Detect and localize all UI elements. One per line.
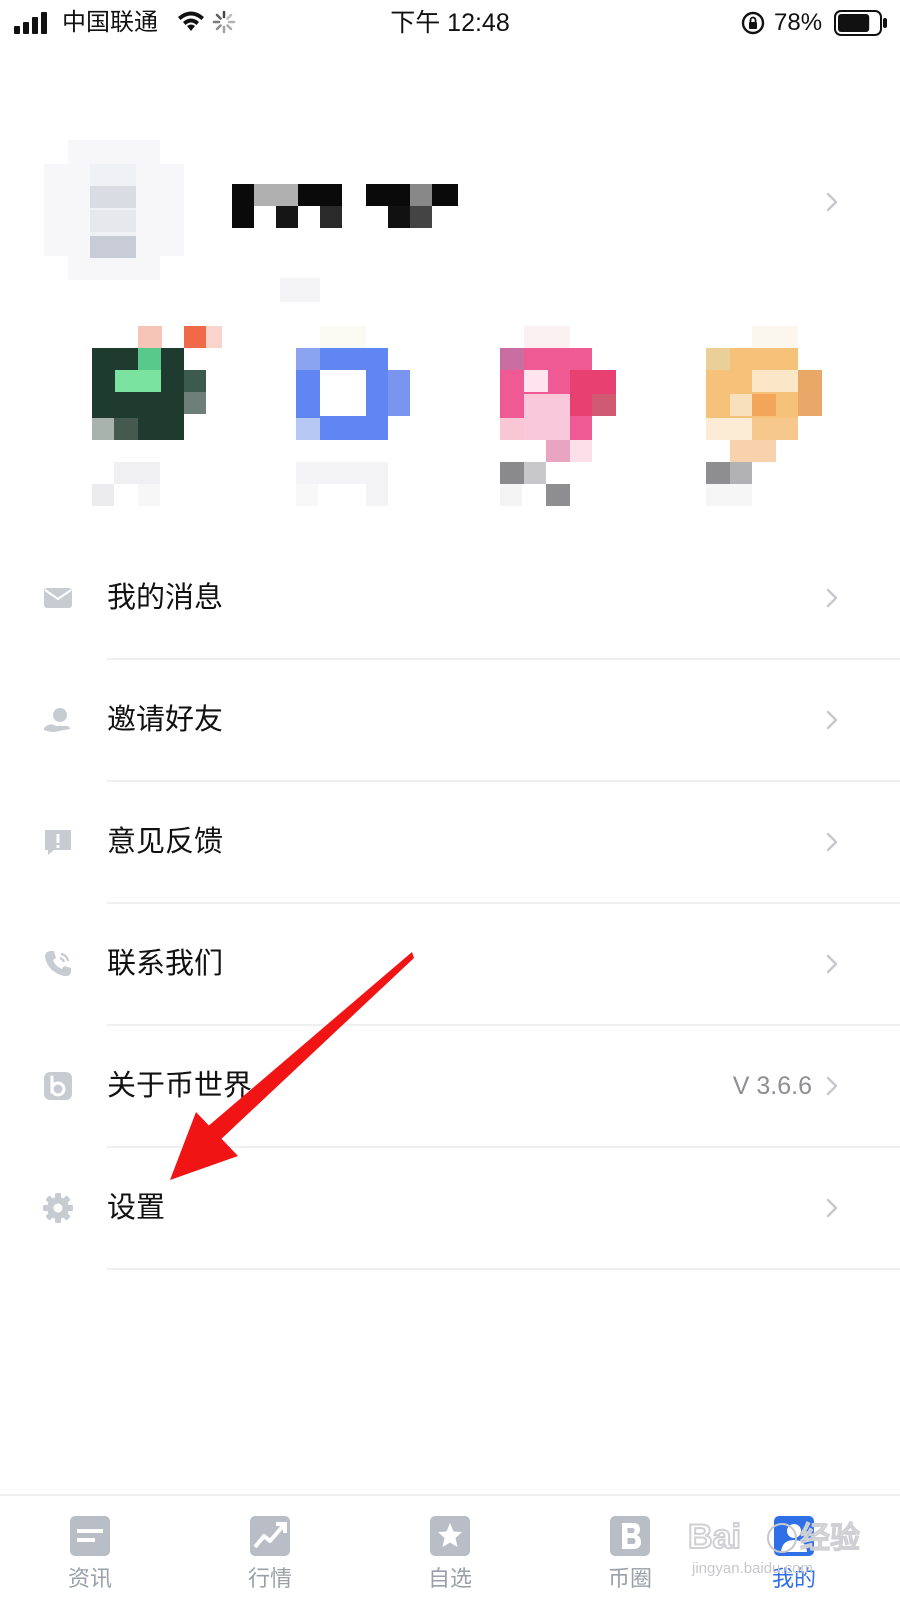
app-version: V 3.6.6 — [732, 1072, 812, 1100]
profile-header[interactable] — [0, 130, 900, 302]
avatar[interactable] — [44, 140, 184, 280]
gear-icon — [42, 1192, 74, 1224]
menu-item-label: 意见反馈 — [107, 826, 224, 858]
svg-text:Bai: Bai — [688, 1518, 741, 1556]
chevron-right-icon — [822, 586, 842, 610]
tab-label: 币圈 — [607, 1566, 652, 1591]
menu-item-label: 邀请好友 — [107, 704, 224, 736]
profile-subtitle-redacted — [280, 278, 320, 302]
shortcut-4[interactable] — [706, 326, 836, 516]
divider — [107, 1268, 900, 1270]
menu-item-invite-friends[interactable]: 邀请好友 — [0, 660, 900, 782]
menu-item-about[interactable]: 关于币世界 V 3.6.6 — [0, 1026, 900, 1148]
star-icon — [428, 1514, 472, 1558]
watermark-text: jingyan.baidu.com — [692, 1560, 813, 1577]
menu-item-messages[interactable]: 我的消息 — [0, 538, 900, 660]
tab-label: 行情 — [247, 1566, 292, 1591]
username-redacted — [232, 184, 458, 228]
news-icon — [68, 1514, 112, 1558]
shortcut-1[interactable] — [92, 326, 222, 516]
phone-icon — [42, 948, 74, 980]
menu-item-feedback[interactable]: 意见反馈 — [0, 782, 900, 904]
market-icon — [248, 1514, 292, 1558]
invite-icon — [42, 704, 74, 736]
battery-icon — [834, 10, 887, 36]
chevron-right-icon — [822, 1196, 842, 1220]
feedback-icon — [42, 826, 74, 858]
chevron-right-icon — [822, 190, 842, 214]
tab-watchlist[interactable]: 自选 — [390, 1496, 510, 1600]
menu-item-label: 设置 — [107, 1192, 166, 1224]
chevron-right-icon — [822, 952, 842, 976]
orientation-lock-icon — [741, 11, 765, 35]
tab-label: 自选 — [427, 1566, 472, 1591]
menu-item-contact-us[interactable]: 联系我们 — [0, 904, 900, 1026]
about-icon — [42, 1070, 74, 1102]
menu-item-label: 联系我们 — [107, 948, 224, 980]
chevron-right-icon — [822, 708, 842, 732]
menu-item-settings[interactable]: 设置 — [0, 1148, 900, 1270]
shortcut-2[interactable] — [296, 326, 426, 516]
chevron-right-icon — [822, 1074, 842, 1098]
menu-item-label: 关于币世界 — [107, 1070, 253, 1102]
menu-item-label: 我的消息 — [107, 582, 224, 614]
chevron-right-icon — [822, 830, 842, 854]
svg-text:经验: 经验 — [800, 1522, 860, 1555]
mail-icon — [42, 582, 74, 614]
b-icon — [608, 1514, 652, 1558]
tab-market[interactable]: 行情 — [210, 1496, 330, 1600]
tab-news[interactable]: 资讯 — [30, 1496, 150, 1600]
shortcut-grid — [0, 326, 900, 516]
battery-percent: 78% — [774, 9, 823, 36]
tab-community[interactable]: 币圈 — [570, 1496, 690, 1600]
shortcut-3[interactable] — [500, 326, 630, 516]
status-bar: 中国联通 下午 12:48 78% — [0, 0, 900, 46]
tab-label: 资讯 — [67, 1566, 112, 1591]
